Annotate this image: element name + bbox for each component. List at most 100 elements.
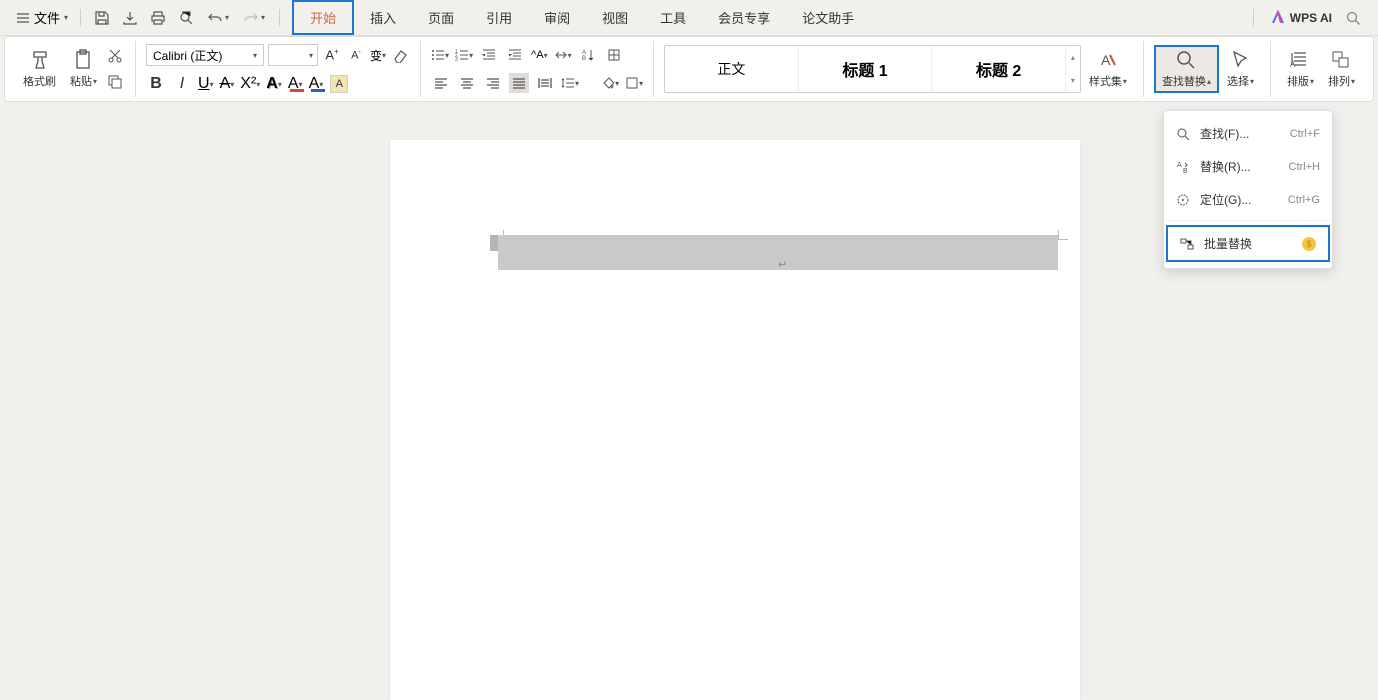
cut-icon	[107, 48, 123, 64]
numbering-icon: 123	[455, 48, 469, 62]
increase-indent-button[interactable]	[505, 45, 525, 65]
file-menu[interactable]: 文件 ▾	[8, 4, 76, 31]
underline-button[interactable]: U▾	[198, 75, 214, 93]
tab-page[interactable]: 页面	[412, 2, 470, 33]
align-left-button[interactable]	[431, 73, 451, 93]
show-marks-button[interactable]	[604, 45, 624, 65]
wps-ai-button[interactable]: WPS AI	[1270, 10, 1332, 26]
tab-view[interactable]: 视图	[586, 2, 644, 33]
search-button[interactable]	[1344, 9, 1362, 27]
align-justify-icon	[512, 76, 526, 90]
font-size-select[interactable]: ▾	[268, 44, 318, 66]
copy-icon	[107, 74, 123, 90]
bullets-button[interactable]: ▾	[431, 48, 449, 62]
menu-icon	[16, 11, 30, 25]
tab-reference[interactable]: 引用	[470, 2, 528, 33]
phonetic-button[interactable]: 变▾	[370, 47, 386, 64]
save-icon	[94, 10, 110, 26]
align-center-button[interactable]	[457, 73, 477, 93]
print-button[interactable]	[149, 9, 167, 27]
brush-icon	[29, 49, 51, 71]
export-button[interactable]	[121, 9, 139, 27]
shading-button[interactable]: ▾	[601, 76, 619, 90]
text-direction-button[interactable]: ▾	[554, 48, 572, 62]
menu-tabs: 开始 插入 页面 引用 审阅 视图 工具 会员专享 论文助手	[292, 0, 870, 35]
gallery-down[interactable]: ▾	[1066, 69, 1080, 92]
sort-icon: AB	[581, 48, 595, 62]
select-button[interactable]: 选择▾	[1221, 47, 1260, 91]
ai-icon	[1270, 10, 1286, 26]
dropdown-batch-replace[interactable]: 批量替换 $	[1166, 225, 1330, 262]
undo-button[interactable]: ▾	[205, 8, 231, 28]
paste-button[interactable]: 粘贴▾	[64, 47, 103, 91]
dropdown-find[interactable]: 查找(F)... Ctrl+F	[1164, 117, 1332, 150]
chevron-down-icon: ▾	[261, 13, 265, 22]
char-shading-button[interactable]: A	[329, 74, 349, 94]
style-heading2[interactable]: 标题 2	[932, 46, 1066, 92]
dropdown-replace[interactable]: AB 替换(R)... Ctrl+H	[1164, 150, 1332, 183]
font-name-select[interactable]: Calibri (正文)▾	[146, 44, 264, 66]
find-replace-button[interactable]: 查找替换▴	[1154, 45, 1219, 93]
char-scale-button[interactable]: ^A▾	[531, 49, 548, 61]
strikethrough-button[interactable]: A▾	[220, 75, 235, 93]
tab-insert[interactable]: 插入	[354, 2, 412, 33]
tab-thesis[interactable]: 论文助手	[786, 2, 870, 33]
style-heading1[interactable]: 标题 1	[799, 46, 933, 92]
outdent-icon	[482, 48, 496, 62]
distributed-button[interactable]	[535, 73, 555, 93]
grow-font-button[interactable]: A+	[322, 45, 342, 65]
align-right-icon	[486, 76, 500, 90]
preview-button[interactable]	[177, 9, 195, 27]
borders-button[interactable]: ▾	[625, 76, 643, 90]
pilcrow-icon	[607, 48, 621, 62]
styles-gallery[interactable]: 正文 标题 1 标题 2 ▴ ▾	[664, 45, 1081, 93]
svg-text:3: 3	[455, 57, 458, 62]
svg-text:A: A	[1177, 162, 1182, 169]
style-normal[interactable]: 正文	[665, 46, 799, 92]
copy-button[interactable]	[105, 72, 125, 92]
save-button[interactable]	[93, 9, 111, 27]
align-right-button[interactable]	[483, 73, 503, 93]
page[interactable]: ↵	[390, 140, 1080, 700]
bucket-icon	[601, 76, 615, 90]
tab-member[interactable]: 会员专享	[702, 2, 786, 33]
svg-text:A: A	[1101, 52, 1111, 68]
text-effects-button[interactable]: A▾	[266, 75, 282, 93]
svg-text:A: A	[1290, 60, 1296, 69]
dropdown-goto[interactable]: 定位(G)... Ctrl+G	[1164, 183, 1332, 216]
format-painter-button[interactable]: 格式刷	[17, 47, 62, 91]
cut-button[interactable]	[105, 46, 125, 66]
svg-text:B: B	[1183, 168, 1188, 174]
margin-marker	[1058, 230, 1068, 240]
preview-icon	[178, 10, 194, 26]
align-justify-button[interactable]	[509, 73, 529, 93]
font-color-button[interactable]: A▾	[309, 75, 324, 93]
arrange-button[interactable]: 排列▾	[1322, 47, 1361, 91]
shrink-font-button[interactable]: A-	[346, 45, 366, 65]
tab-tools[interactable]: 工具	[644, 2, 702, 33]
font-highlight-button[interactable]: A▾	[288, 75, 303, 93]
sort-button[interactable]: AB	[578, 45, 598, 65]
chevron-down-icon: ▾	[225, 13, 229, 22]
decrease-indent-button[interactable]	[479, 45, 499, 65]
numbering-button[interactable]: 123▾	[455, 48, 473, 62]
tab-review[interactable]: 审阅	[528, 2, 586, 33]
style-set-button[interactable]: A 样式集▾	[1083, 47, 1133, 91]
redo-button[interactable]: ▾	[241, 8, 267, 28]
clear-format-button[interactable]	[390, 45, 410, 65]
line-spacing-icon	[561, 76, 575, 90]
superscript-button[interactable]: X²▾	[240, 75, 260, 93]
cursor-icon	[1229, 49, 1251, 71]
italic-button[interactable]: I	[172, 74, 192, 94]
search-icon	[1175, 49, 1197, 71]
bullets-icon	[431, 48, 445, 62]
undo-icon	[207, 10, 223, 26]
coin-icon: $	[1302, 237, 1316, 251]
gallery-up[interactable]: ▴	[1066, 46, 1080, 69]
tab-home[interactable]: 开始	[292, 0, 354, 35]
layout-button[interactable]: A 排版▾	[1281, 47, 1320, 91]
style-icon: A	[1097, 49, 1119, 71]
line-spacing-button[interactable]: ▾	[561, 76, 579, 90]
distributed-icon	[538, 76, 552, 90]
bold-button[interactable]: B	[146, 74, 166, 94]
